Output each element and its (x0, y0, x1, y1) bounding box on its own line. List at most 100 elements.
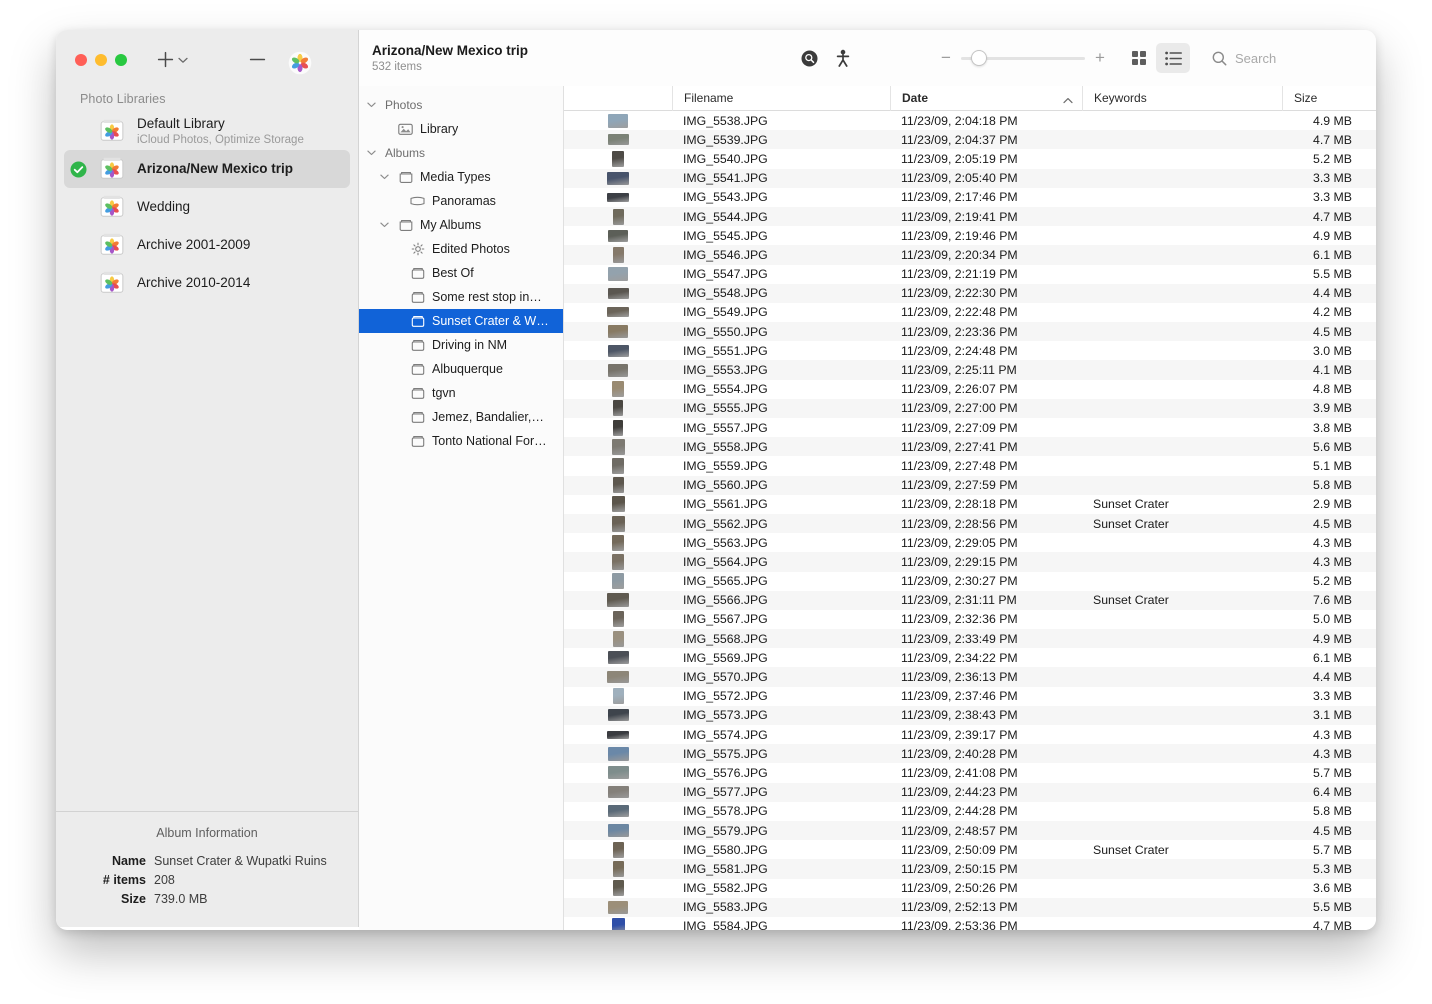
tree-item-library[interactable]: Library (359, 117, 563, 141)
table-row[interactable]: IMG_5573.JPG11/23/09, 2:38:43 PM3.1 MB (564, 706, 1376, 725)
list-view-icon[interactable] (1156, 43, 1190, 73)
thumbnail-size-control[interactable]: − + (940, 51, 1106, 65)
table-row[interactable]: IMG_5553.JPG11/23/09, 2:25:11 PM4.1 MB (564, 360, 1376, 379)
table-row[interactable]: IMG_5567.JPG11/23/09, 2:32:36 PM5.0 MB (564, 610, 1376, 629)
table-row[interactable]: IMG_5578.JPG11/23/09, 2:44:28 PM5.8 MB (564, 802, 1376, 821)
tree-item-albums[interactable]: Albums (359, 141, 563, 165)
table-row[interactable]: IMG_5574.JPG11/23/09, 2:39:17 PM4.3 MB (564, 725, 1376, 744)
table-row[interactable]: IMG_5559.JPG11/23/09, 2:27:48 PM5.1 MB (564, 456, 1376, 475)
photo-thumbnail (564, 399, 672, 418)
table-row[interactable]: IMG_5582.JPG11/23/09, 2:50:26 PM3.6 MB (564, 879, 1376, 898)
chevron-down-icon[interactable] (378, 174, 391, 180)
zoom-out-icon[interactable]: − (940, 51, 952, 65)
table-row[interactable]: IMG_5561.JPG11/23/09, 2:28:18 PMSunset C… (564, 495, 1376, 514)
table-row[interactable]: IMG_5545.JPG11/23/09, 2:19:46 PM4.9 MB (564, 226, 1376, 245)
table-row[interactable]: IMG_5554.JPG11/23/09, 2:26:07 PM4.8 MB (564, 380, 1376, 399)
table-row[interactable]: IMG_5539.JPG11/23/09, 2:04:37 PM4.7 MB (564, 130, 1376, 149)
chevron-down-icon[interactable] (365, 102, 378, 108)
column-header-size[interactable]: Size (1282, 86, 1376, 111)
tree-item-media-types[interactable]: Media Types (359, 165, 563, 189)
table-row[interactable]: IMG_5566.JPG11/23/09, 2:31:11 PMSunset C… (564, 591, 1376, 610)
table-row[interactable]: IMG_5575.JPG11/23/09, 2:40:28 PM4.3 MB (564, 744, 1376, 763)
search-field[interactable]: Search (1212, 51, 1362, 66)
table-row[interactable]: IMG_5583.JPG11/23/09, 2:52:13 PM5.5 MB (564, 898, 1376, 917)
file-list-rows[interactable]: IMG_5538.JPG11/23/09, 2:04:18 PM4.9 MBIM… (564, 111, 1376, 930)
photo-thumbnail (564, 303, 672, 322)
chevron-down-icon[interactable] (365, 150, 378, 156)
cell-filename: IMG_5574.JPG (672, 725, 890, 744)
table-row[interactable]: IMG_5546.JPG11/23/09, 2:20:34 PM6.1 MB (564, 245, 1376, 264)
table-row[interactable]: IMG_5568.JPG11/23/09, 2:33:49 PM4.9 MB (564, 629, 1376, 648)
table-row[interactable]: IMG_5551.JPG11/23/09, 2:24:48 PM3.0 MB (564, 341, 1376, 360)
column-header-keywords[interactable]: Keywords (1082, 86, 1282, 111)
table-row[interactable]: IMG_5558.JPG11/23/09, 2:27:41 PM5.6 MB (564, 437, 1376, 456)
table-row[interactable]: IMG_5541.JPG11/23/09, 2:05:40 PM3.3 MB (564, 169, 1376, 188)
table-row[interactable]: IMG_5569.JPG11/23/09, 2:34:22 PM6.1 MB (564, 648, 1376, 667)
table-row[interactable]: IMG_5576.JPG11/23/09, 2:41:08 PM5.7 MB (564, 763, 1376, 782)
table-row[interactable]: IMG_5570.JPG11/23/09, 2:36:13 PM4.4 MB (564, 667, 1376, 686)
tree-item-jemez-bandalier[interactable]: Jemez, Bandalier,… (359, 405, 563, 429)
library-item-archive-2001-2009[interactable]: Archive 2001-2009 (64, 226, 350, 264)
tree-item-albuquerque[interactable]: Albuquerque (359, 357, 563, 381)
item-count: 532 items (372, 60, 528, 75)
table-row[interactable]: IMG_5557.JPG11/23/09, 2:27:09 PM3.8 MB (564, 418, 1376, 437)
table-row[interactable]: IMG_5548.JPG11/23/09, 2:22:30 PM4.4 MB (564, 284, 1376, 303)
table-row[interactable]: IMG_5560.JPG11/23/09, 2:27:59 PM5.8 MB (564, 476, 1376, 495)
column-header-thumbnail[interactable] (564, 86, 672, 111)
table-row[interactable]: IMG_5580.JPG11/23/09, 2:50:09 PMSunset C… (564, 840, 1376, 859)
tree-item-tgvn[interactable]: tgvn (359, 381, 563, 405)
table-row[interactable]: IMG_5579.JPG11/23/09, 2:48:57 PM4.5 MB (564, 821, 1376, 840)
table-row[interactable]: IMG_5550.JPG11/23/09, 2:23:36 PM4.5 MB (564, 322, 1376, 341)
column-header-filename[interactable]: Filename (672, 86, 890, 111)
minimize-button[interactable] (95, 54, 107, 66)
photo-thumbnail (564, 245, 672, 264)
chevron-down-icon[interactable] (176, 54, 190, 66)
tree-item-edited-photos[interactable]: Edited Photos (359, 237, 563, 261)
grid-view-icon[interactable] (1122, 43, 1156, 73)
table-row[interactable]: IMG_5544.JPG11/23/09, 2:19:41 PM4.7 MB (564, 207, 1376, 226)
table-row[interactable]: IMG_5581.JPG11/23/09, 2:50:15 PM5.3 MB (564, 859, 1376, 878)
table-row[interactable]: IMG_5555.JPG11/23/09, 2:27:00 PM3.9 MB (564, 399, 1376, 418)
table-row[interactable]: IMG_5577.JPG11/23/09, 2:44:23 PM6.4 MB (564, 783, 1376, 802)
magnifier-filled-icon[interactable] (792, 43, 826, 73)
tree-item-tonto-national-for[interactable]: Tonto National For… (359, 429, 563, 453)
zoom-slider-knob[interactable] (971, 50, 987, 66)
table-row[interactable]: IMG_5549.JPG11/23/09, 2:22:48 PM4.2 MB (564, 303, 1376, 322)
close-button[interactable] (75, 54, 87, 66)
library-item-default-library[interactable]: Default LibraryiCloud Photos, Optimize S… (64, 112, 350, 150)
tree-item-driving-in-nm[interactable]: Driving in NM (359, 333, 563, 357)
remove-library-button[interactable] (246, 46, 268, 72)
tree-item-label: Best Of (432, 266, 474, 280)
table-row[interactable]: IMG_5584.JPG11/23/09, 2:53:36 PM4.7 MB (564, 917, 1376, 930)
library-item-wedding[interactable]: Wedding (64, 188, 350, 226)
photos-app-icon[interactable] (288, 51, 312, 75)
photo-thumbnail (564, 265, 672, 284)
tree-item-sunset-crater-w[interactable]: Sunset Crater & W… (359, 309, 563, 333)
table-row[interactable]: IMG_5543.JPG11/23/09, 2:17:46 PM3.3 MB (564, 188, 1376, 207)
person-icon[interactable] (826, 43, 860, 73)
table-row[interactable]: IMG_5565.JPG11/23/09, 2:30:27 PM5.2 MB (564, 572, 1376, 591)
tree-item-best-of[interactable]: Best Of (359, 261, 563, 285)
zoom-in-icon[interactable]: + (1094, 51, 1106, 65)
cell-date: 11/23/09, 2:05:40 PM (890, 169, 1082, 188)
tree-item-some-rest-stop-in[interactable]: Some rest stop in… (359, 285, 563, 309)
zoom-button[interactable] (115, 54, 127, 66)
table-row[interactable]: IMG_5538.JPG11/23/09, 2:04:18 PM4.9 MB (564, 111, 1376, 130)
table-row[interactable]: IMG_5562.JPG11/23/09, 2:28:56 PMSunset C… (564, 514, 1376, 533)
tree-item-label: Jemez, Bandalier,… (432, 410, 544, 424)
tree-item-photos[interactable]: Photos (359, 93, 563, 117)
vertical-scrollbar[interactable] (1362, 111, 1376, 930)
add-library-button[interactable] (154, 46, 176, 72)
tree-item-panoramas[interactable]: Panoramas (359, 189, 563, 213)
column-header-date[interactable]: Date (890, 86, 1082, 111)
table-row[interactable]: IMG_5564.JPG11/23/09, 2:29:15 PM4.3 MB (564, 552, 1376, 571)
table-row[interactable]: IMG_5540.JPG11/23/09, 2:05:19 PM5.2 MB (564, 149, 1376, 168)
table-row[interactable]: IMG_5547.JPG11/23/09, 2:21:19 PM5.5 MB (564, 265, 1376, 284)
zoom-slider[interactable] (961, 51, 1085, 65)
library-item-arizona-new-mexico-trip[interactable]: Arizona/New Mexico trip (64, 150, 350, 188)
table-row[interactable]: IMG_5572.JPG11/23/09, 2:37:46 PM3.3 MB (564, 687, 1376, 706)
library-item-archive-2010-2014[interactable]: Archive 2010-2014 (64, 264, 350, 302)
chevron-down-icon[interactable] (378, 222, 391, 228)
table-row[interactable]: IMG_5563.JPG11/23/09, 2:29:05 PM4.3 MB (564, 533, 1376, 552)
tree-item-my-albums[interactable]: My Albums (359, 213, 563, 237)
